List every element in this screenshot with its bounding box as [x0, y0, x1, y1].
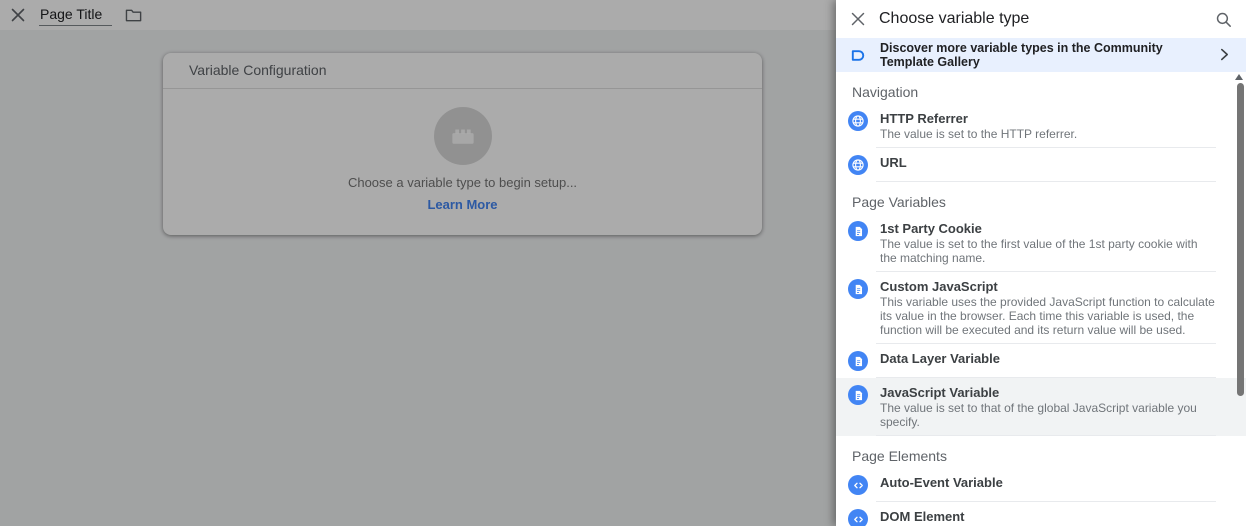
scrollbar-thumb[interactable]	[1237, 83, 1244, 396]
variable-type-item[interactable]: Data Layer Variable	[836, 344, 1246, 378]
code-icon	[848, 475, 868, 495]
choose-variable-type-panel: Choose variable type Discover more varia…	[836, 0, 1246, 526]
document-icon	[848, 351, 868, 371]
document-icon	[848, 221, 868, 241]
section-heading: Page Elements	[836, 436, 1246, 468]
document-icon	[848, 385, 868, 405]
variable-type-item[interactable]: JavaScript VariableThe value is set to t…	[836, 378, 1246, 436]
variable-type-desc: The value is set to the HTTP referrer.	[880, 127, 1216, 141]
variable-type-desc: The value is set to the first value of t…	[880, 237, 1216, 265]
chevron-right-icon	[1220, 48, 1230, 62]
community-template-gallery-banner[interactable]: Discover more variable types in the Comm…	[836, 38, 1246, 72]
banner-text: Discover more variable types in the Comm…	[880, 41, 1220, 69]
variable-type-item[interactable]: DOM ElementThe value is set to the text …	[836, 502, 1246, 526]
variable-type-title: URL	[880, 155, 1216, 170]
variable-type-title: Custom JavaScript	[880, 279, 1216, 294]
variable-type-item[interactable]: 1st Party CookieThe value is set to the …	[836, 214, 1246, 272]
variable-type-title: Data Layer Variable	[880, 351, 1216, 366]
search-icon[interactable]	[1214, 10, 1232, 28]
variable-type-desc: The value is set to that of the global J…	[880, 401, 1216, 429]
variable-type-title: 1st Party Cookie	[880, 221, 1216, 236]
globe-icon	[848, 155, 868, 175]
variable-type-item[interactable]: HTTP ReferrerThe value is set to the HTT…	[836, 104, 1246, 148]
variable-type-item[interactable]: Custom JavaScriptThis variable uses the …	[836, 272, 1246, 344]
close-icon[interactable]	[850, 11, 866, 27]
variable-type-list: NavigationHTTP ReferrerThe value is set …	[836, 72, 1246, 526]
panel-header: Choose variable type	[836, 0, 1246, 38]
gtm-variable-screen: Page Title Variable Configuration	[0, 0, 1246, 526]
globe-icon	[848, 111, 868, 131]
variable-type-title: Auto-Event Variable	[880, 475, 1216, 490]
scrollbar-up-icon[interactable]	[1235, 74, 1243, 80]
modal-scrim[interactable]	[0, 0, 836, 526]
document-icon	[848, 279, 868, 299]
section-heading: Navigation	[836, 72, 1246, 104]
editor-area: Page Title Variable Configuration	[0, 0, 836, 526]
variable-type-title: JavaScript Variable	[880, 385, 1216, 400]
section-heading: Page Variables	[836, 182, 1246, 214]
variable-type-item[interactable]: Auto-Event Variable	[836, 468, 1246, 502]
panel-title: Choose variable type	[879, 10, 1214, 28]
variable-type-title: HTTP Referrer	[880, 111, 1216, 126]
variable-type-title: DOM Element	[880, 509, 1216, 524]
variable-type-desc: This variable uses the provided JavaScri…	[880, 295, 1216, 337]
gallery-icon	[848, 45, 868, 65]
variable-type-item[interactable]: URL	[836, 148, 1246, 182]
code-icon	[848, 509, 868, 526]
